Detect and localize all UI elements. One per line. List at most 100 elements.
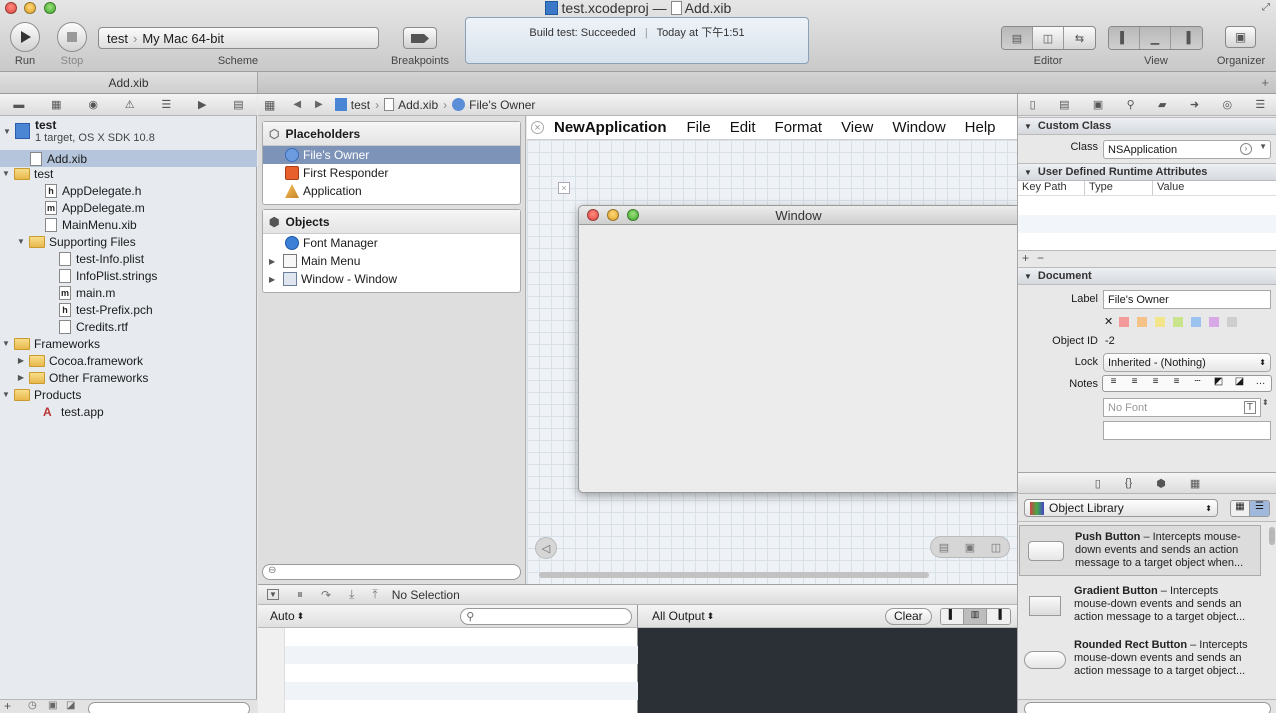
library-item[interactable]: Rounded Rect Button – Intercepts mouse-d… [1019,634,1261,686]
menu-view[interactable]: View [841,119,873,136]
issue-navigator-icon[interactable]: ⚠ [125,98,135,111]
effects-inspector-icon[interactable]: ☰ [1255,98,1265,111]
udra-header[interactable]: ▼ User Defined Runtime Attributes [1018,163,1276,181]
close-object-icon[interactable]: × [558,182,570,194]
back-arrow-icon[interactable]: ◀ [293,99,301,110]
debug-area-toggle-icon[interactable]: ▁ [1140,27,1171,49]
menu-newapplication[interactable]: NewApplication [554,119,667,136]
nav-item-test-info-plist[interactable]: test-Info.plist [0,250,257,267]
col-value[interactable]: Value [1153,181,1184,195]
library-popup[interactable]: Object Library ⬍ [1024,499,1218,517]
library-item[interactable]: Push Button – Intercepts mouse-down even… [1019,525,1261,576]
nav-item-mainmenu-xib[interactable]: MainMenu.xib [0,216,257,233]
add-icon[interactable]: + [4,699,11,713]
step-in-icon[interactable]: ⤓ [349,587,354,602]
outline-item[interactable]: ▶ Window - Window [263,270,520,288]
version-editor-icon[interactable]: ⇆ [1064,27,1095,49]
standard-editor-icon[interactable]: ▤ [1002,27,1033,49]
view-segmented[interactable]: ▌ ▁ ▐ [1108,26,1203,50]
nav-item-test[interactable]: ▼ test [0,165,257,182]
yellow-swatch[interactable] [1155,316,1166,327]
variables-search-input[interactable]: ⚲ [460,607,633,625]
library-view-mode[interactable]: ▦ ☰ [1230,500,1270,517]
hide-debug-icon[interactable]: ▼ [267,589,279,600]
both-panes-icon[interactable]: ▥ [964,609,987,624]
disclosure-open-icon[interactable]: ▼ [2,127,12,136]
disclosure-closed-icon[interactable]: ▶ [16,373,26,382]
run-button[interactable] [10,22,40,52]
nav-item-infoplist-strings[interactable]: InfoPlist.strings [0,267,257,284]
green-swatch[interactable] [1173,316,1184,327]
related-items-icon[interactable]: ▦ [264,98,275,112]
outline-filter-input[interactable]: ⊖ [262,564,521,580]
list-view-icon[interactable]: ☰ [1250,501,1269,516]
chevron-down-icon[interactable]: ▼ [1259,142,1267,151]
attributes-inspector-icon[interactable]: ⚲ [1127,98,1135,111]
nav-item-test-prefix-pch[interactable]: h test-Prefix.pch [0,301,257,318]
clear-console-button[interactable]: Clear [885,608,932,625]
activity-viewer[interactable]: Build test: Succeeded | Today at 下午1:51 [465,17,809,64]
editor-mode-segmented[interactable]: ▤ ◫ ⇆ [1001,26,1096,50]
stepper-icon[interactable]: ⬍ [1262,398,1269,407]
new-tab-icon[interactable]: + [1261,75,1269,90]
console-only-icon[interactable]: ▐ [987,609,1010,624]
media-library-icon[interactable]: ▦ [1190,477,1200,490]
col-keypath[interactable]: Key Path [1018,181,1085,195]
nav-item-products[interactable]: ▼ Products [0,386,257,403]
tab-add-xib[interactable]: Add.xib [0,72,258,93]
navigator-toggle-icon[interactable]: ▌ [1109,27,1140,49]
console-output[interactable] [638,628,1017,713]
align-left-icon[interactable]: ≡ [1103,376,1124,391]
fullscreen-icon[interactable]: ⤢ [1262,2,1270,13]
code-snippet-library-icon[interactable]: {} [1125,477,1132,489]
nav-item-appdelegate-m[interactable]: m AppDelegate.m [0,199,257,216]
outline-item[interactable]: File's Owner [263,146,520,164]
search-navigator-icon[interactable]: ◉ [88,98,98,111]
remove-icon[interactable]: − [1037,251,1044,265]
align-center-icon[interactable]: ≡ [1124,376,1145,391]
nav-item-test-app[interactable]: Atest.app [0,403,257,420]
outline-item[interactable]: ▶ Main Menu [263,252,520,270]
notes-font-field[interactable]: No Font T [1103,398,1261,417]
debug-navigator-icon[interactable]: ☰ [161,98,171,111]
bg-color-icon[interactable]: ◪ [1229,376,1250,391]
disclosure-closed-icon[interactable]: ▶ [269,257,283,266]
no-color-icon[interactable]: ✕ [1104,315,1113,328]
text-color-icon[interactable]: ◩ [1208,376,1229,391]
nav-item-supporting-files[interactable]: ▼ Supporting Files [0,233,257,250]
close-object-icon[interactable]: × [531,121,544,134]
library-item[interactable]: Gradient Button – Intercepts mouse-down … [1019,580,1261,632]
connections-inspector-icon[interactable]: ➜ [1190,98,1199,111]
align-right-icon[interactable]: ≡ [1145,376,1166,391]
recent-icon[interactable]: ◷ [28,700,37,711]
disclosure-open-icon[interactable]: ▼ [1,390,11,399]
organizer-button[interactable]: ▣ [1225,26,1256,48]
bindings-inspector-icon[interactable]: ◎ [1222,98,1232,111]
step-over-icon[interactable]: ↷ [321,588,331,602]
nav-item-frameworks[interactable]: ▼ Frameworks [0,335,257,352]
horizontal-scrollbar[interactable] [539,572,929,578]
unsaved-icon[interactable]: ◪ [66,700,75,711]
spacing-icon[interactable]: ┄ [1187,376,1208,391]
breadcrumb-project[interactable]: test [351,98,370,112]
menu-format[interactable]: Format [775,119,823,136]
navigator-filter-input[interactable] [88,702,250,713]
menu-bar-object[interactable]: × NewApplication File Edit Format View Window… [527,116,1017,140]
justify-icon[interactable]: ≡ [1166,376,1187,391]
disclosure-open-icon[interactable]: ▼ [1,169,11,178]
outline-item[interactable]: First Responder [263,164,520,182]
class-combobox[interactable]: NSApplication › ▼ [1103,140,1271,159]
disclosure-closed-icon[interactable]: ▶ [16,356,26,365]
auto-scope-popup[interactable]: Auto [270,609,295,623]
menu-edit[interactable]: Edit [730,119,756,136]
forward-arrow-icon[interactable]: ▶ [315,99,323,110]
library-filter-input[interactable] [1024,702,1271,713]
project-navigator-icon[interactable]: ▬ [13,99,24,111]
outline-item[interactable]: Font Manager [263,234,520,252]
udra-table[interactable]: Key Path Type Value [1018,181,1276,251]
align-icon[interactable]: ▤ [939,541,949,554]
window-object[interactable]: Window [578,205,1018,493]
notes-textarea[interactable] [1103,421,1271,440]
icon-view-icon[interactable]: ▦ [1231,501,1250,516]
document-header[interactable]: ▼ Document [1018,267,1276,285]
